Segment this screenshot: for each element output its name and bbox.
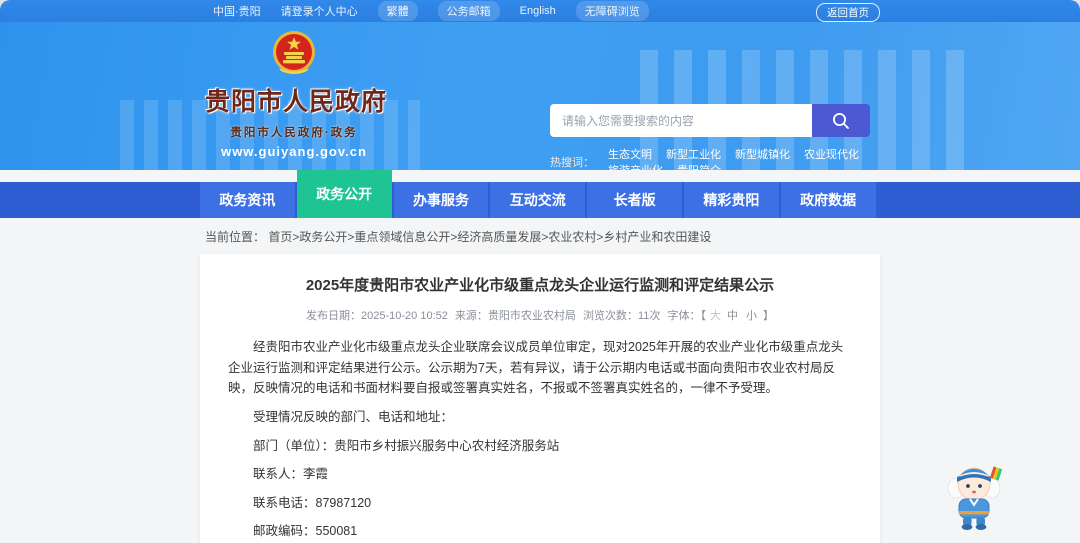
article-source: 来源：贵阳市农业农村局 — [454, 310, 576, 322]
font-size-medium-button[interactable]: 中 — [727, 310, 738, 322]
topbar-links: 中国·贵阳 请登录个人中心 繁體 公务邮箱 English 无障碍浏览 — [213, 1, 649, 21]
article-paragraph: 经贵阳市农业产业化市级重点龙头企业联席会议成员单位审定，现对2025年开展的农业… — [228, 340, 844, 396]
site-logo[interactable]: 贵阳市人民政府 贵阳市人民政府·政务 www.guiyang.gov.cn — [205, 28, 388, 159]
nav-items: 政务资讯 政务公开 办事服务 互动交流 长者版 精彩贵阳 政府数据 — [200, 170, 876, 218]
article-paragraph: 联系电话：87987120 — [253, 495, 372, 510]
nav-item-政府数据[interactable]: 政府数据 — [780, 182, 876, 218]
breadcrumb: 当前位置： 首页>政务公开>重点领域信息公开>经济高质量发展>农业农村>乡村产业… — [0, 218, 1080, 254]
font-size-large-button[interactable]: 大 — [710, 310, 721, 322]
nav-item-办事服务[interactable]: 办事服务 — [393, 182, 489, 218]
nav-item-政务公开[interactable]: 政务公开 — [296, 170, 392, 218]
site-title: 贵阳市人民政府 — [205, 88, 388, 116]
article-meta: 发布日期：2025-10-20 10:52 来源：贵阳市农业农村局 浏览次数：1… — [228, 307, 852, 323]
breadcrumb-label: 当前位置： — [205, 230, 266, 244]
hot-search-link[interactable]: 农业现代化 — [804, 149, 859, 161]
page: 中国·贵阳 请登录个人中心 繁體 公务邮箱 English 无障碍浏览 返回首页 贵阳市人… — [0, 0, 1080, 543]
nav-item-长者版[interactable]: 长者版 — [587, 182, 682, 218]
nav-item-互动交流[interactable]: 互动交流 — [490, 182, 586, 218]
topbar-link[interactable]: English — [520, 5, 556, 17]
font-size-small-button[interactable]: 小 — [746, 310, 757, 322]
topbar-link[interactable]: 公务邮箱 — [437, 1, 500, 21]
view-count: 浏览次数：11次 — [583, 310, 661, 322]
main-navigation: 政务资讯 政务公开 办事服务 互动交流 长者版 精彩贵阳 政府数据 — [0, 170, 1080, 218]
topbar-link[interactable]: 中国·贵阳 — [213, 3, 261, 19]
nav-item-政务资讯[interactable]: 政务资讯 — [200, 182, 295, 218]
site-subtitle: 贵阳市人民政府·政务 — [230, 127, 358, 139]
nav-item-精彩贵阳[interactable]: 精彩贵阳 — [683, 182, 779, 218]
search-area: 热搜词： 生态文明新型工业化新型城镇化农业现代化旅游产业化贵阳简介 — [550, 104, 870, 170]
search-button[interactable] — [812, 104, 870, 137]
hot-search-links: 生态文明新型工业化新型城镇化农业现代化旅游产业化贵阳简介 — [594, 146, 870, 170]
article-body: 经贵阳市农业产业化市级重点龙头企业联席会议成员单位审定，现对2025年开展的农业… — [228, 337, 852, 543]
font-size-label-end: 】 — [762, 310, 774, 322]
mascot-icon[interactable] — [944, 453, 1004, 531]
article-paragraph: 受理情况反映的部门、电话和地址： — [253, 409, 454, 424]
publish-date: 发布日期：2025-10-20 10:52 — [306, 310, 448, 322]
breadcrumb-path[interactable]: 首页>政务公开>重点领域信息公开>经济高质量发展>农业农村>乡村产业和农田建设 — [268, 230, 711, 244]
hot-search-label: 热搜词： — [550, 157, 594, 169]
topbar-link[interactable]: 无障碍浏览 — [575, 1, 649, 21]
article-paragraph: 联系人：李霞 — [253, 467, 329, 482]
top-utility-bar: 中国·贵阳 请登录个人中心 繁體 公务邮箱 English 无障碍浏览 返回首页 — [0, 0, 1080, 22]
back-to-home-button[interactable]: 返回首页 — [816, 3, 880, 22]
font-size-label: 字体：【 — [667, 310, 706, 322]
article-paragraph: 邮政编码：550081 — [253, 524, 358, 539]
hot-search-link[interactable]: 生态文明 — [608, 149, 652, 161]
hot-search-link[interactable]: 新型工业化 — [666, 149, 721, 161]
hot-search-row: 热搜词： 生态文明新型工业化新型城镇化农业现代化旅游产业化贵阳简介 — [550, 146, 870, 170]
search-input[interactable] — [550, 104, 812, 137]
national-emblem-icon — [273, 31, 315, 74]
site-banner: 贵阳市人民政府 贵阳市人民政府·政务 www.guiyang.gov.cn 热搜… — [0, 22, 1080, 170]
hot-search-link[interactable]: 新型城镇化 — [735, 149, 790, 161]
topbar-link[interactable]: 请登录个人中心 — [281, 3, 358, 19]
article-card: 2025年度贵阳市农业产业化市级重点龙头企业运行监测和评定结果公示 发布日期：2… — [200, 254, 880, 543]
article-title: 2025年度贵阳市农业产业化市级重点龙头企业运行监测和评定结果公示 — [305, 277, 775, 294]
search-icon — [833, 112, 849, 129]
site-url: www.guiyang.gov.cn — [221, 144, 367, 159]
topbar-link[interactable]: 繁體 — [377, 1, 418, 21]
article-paragraph: 部门（单位）：贵阳市乡村振兴服务中心农村经济服务站 — [253, 438, 560, 453]
